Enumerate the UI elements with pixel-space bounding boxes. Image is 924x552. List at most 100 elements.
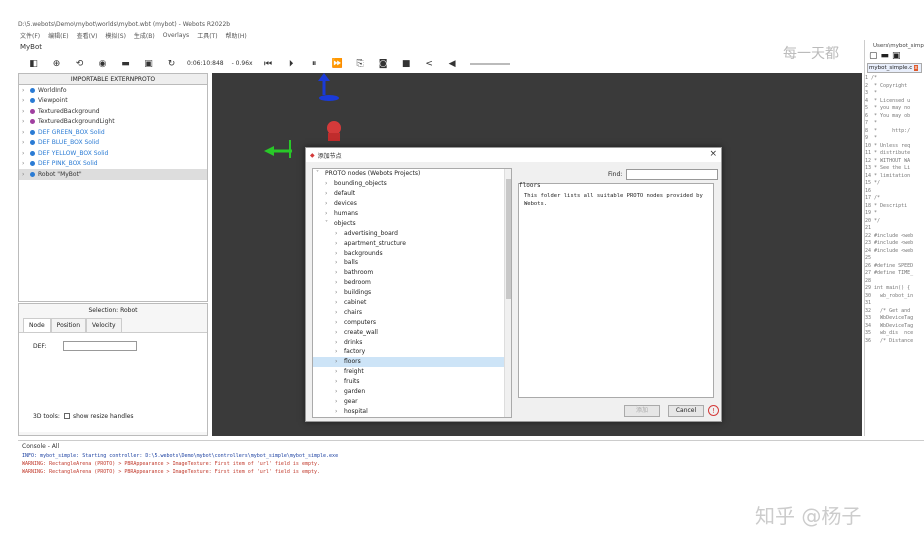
proto-tree-item[interactable]: › balls xyxy=(313,258,511,268)
expand-arrow-icon[interactable]: › xyxy=(335,279,344,286)
tab-velocity[interactable]: Velocity xyxy=(86,318,122,332)
tab-node[interactable]: Node xyxy=(23,318,51,332)
scene-tree-item[interactable]: › WorldInfo xyxy=(19,85,207,96)
expand-arrow-icon[interactable]: › xyxy=(22,160,30,167)
expand-arrow-icon[interactable]: › xyxy=(22,129,30,136)
proto-tree-item[interactable]: ˅ objects xyxy=(313,218,511,228)
expand-arrow-icon[interactable]: › xyxy=(335,299,344,306)
open-world-icon[interactable]: ▬ xyxy=(114,57,137,70)
proto-tree-item[interactable]: › default xyxy=(313,189,511,199)
step-icon[interactable]: ⏵ xyxy=(280,57,303,70)
scene-tree-item[interactable]: › Viewpoint xyxy=(19,96,207,107)
resize-handles-checkbox[interactable] xyxy=(64,413,70,419)
help-icon[interactable]: ! xyxy=(708,405,719,416)
scene-tree-item[interactable]: › TexturedBackgroundLight xyxy=(19,117,207,128)
reload-world-icon[interactable]: ↻ xyxy=(160,57,183,70)
expand-arrow-icon[interactable]: › xyxy=(335,309,344,316)
screenshot-icon[interactable]: ◙ xyxy=(372,57,395,70)
expand-arrow-icon[interactable]: › xyxy=(22,139,30,146)
proto-tree-item[interactable]: › buildings xyxy=(313,288,511,298)
expand-arrow-icon[interactable]: › xyxy=(335,388,344,395)
proto-tree-item[interactable]: › bounding_objects xyxy=(313,179,511,189)
expand-arrow-icon[interactable]: › xyxy=(22,150,30,157)
expand-arrow-icon[interactable]: › xyxy=(335,289,344,296)
editor-toolbar-icons[interactable]: ▢▬▣ xyxy=(865,51,924,61)
editor-file-tab[interactable]: mybot_simple.c x xyxy=(867,63,922,73)
scene-tree-item[interactable]: › TexturedBackground xyxy=(19,106,207,117)
record-movie-icon[interactable]: ⎘ xyxy=(349,57,372,70)
pause-icon[interactable]: ⏸ xyxy=(303,57,326,70)
proto-tree-item[interactable]: › factory xyxy=(313,347,511,357)
expand-arrow-icon[interactable]: › xyxy=(335,368,344,375)
volume-icon[interactable]: ◀ xyxy=(441,57,464,70)
expand-arrow-icon[interactable]: › xyxy=(325,190,334,197)
expand-arrow-icon[interactable]: › xyxy=(325,210,334,217)
expand-arrow-icon[interactable]: › xyxy=(335,348,344,355)
importable-externproto-header[interactable]: IMPORTABLE EXTERNPROTO xyxy=(19,74,207,85)
fast-forward-icon[interactable]: ⏩ xyxy=(326,57,349,70)
expand-arrow-icon[interactable]: › xyxy=(335,259,344,266)
volume-slider[interactable] xyxy=(469,62,510,65)
proto-tree-scrollbar[interactable] xyxy=(504,169,511,417)
expand-arrow-icon[interactable]: › xyxy=(335,398,344,405)
robot-model[interactable] xyxy=(327,121,341,141)
expand-arrow-icon[interactable]: › xyxy=(335,358,344,365)
menu-item[interactable]: 帮助(H) xyxy=(226,31,247,40)
stop-icon[interactable]: ■ xyxy=(395,57,418,70)
expand-arrow-icon[interactable]: › xyxy=(325,200,334,207)
proto-tree-item[interactable]: › fruits xyxy=(313,377,511,387)
proto-tree-item[interactable]: › chairs xyxy=(313,307,511,317)
proto-tree-item[interactable]: › garden xyxy=(313,387,511,397)
add-button[interactable]: 添加 xyxy=(624,405,660,417)
proto-tree-item[interactable]: › computers xyxy=(313,317,511,327)
scene-tree-item[interactable]: › Robot "MyBot" xyxy=(19,169,207,180)
reset-viewpoint-icon[interactable]: ⟲ xyxy=(68,57,91,70)
menu-item[interactable]: 模拟(S) xyxy=(105,31,126,40)
menu-item[interactable]: 工具(T) xyxy=(197,31,217,40)
expand-arrow-icon[interactable]: › xyxy=(22,108,30,115)
def-input[interactable] xyxy=(63,341,137,351)
menu-item[interactable]: 编辑(E) xyxy=(48,31,68,40)
expand-arrow-icon[interactable]: ˅ xyxy=(325,220,334,227)
tab-position[interactable]: Position xyxy=(50,318,87,332)
expand-arrow-icon[interactable]: › xyxy=(335,378,344,385)
cancel-button[interactable]: Cancel xyxy=(668,405,704,417)
expand-arrow-icon[interactable]: › xyxy=(335,408,344,415)
code-area[interactable]: 1 /* 2 * Copyright 3 * 4 * Licensed u5 * yo… xyxy=(865,75,924,345)
proto-tree-item[interactable]: ˅ PROTO nodes (Webots Projects) xyxy=(313,169,511,179)
scene-tree-item[interactable]: › DEF PINK_BOX Solid xyxy=(19,159,207,170)
reset-simulation-icon[interactable]: ⏮ xyxy=(257,57,280,70)
expand-arrow-icon[interactable]: › xyxy=(22,118,30,125)
proto-tree-item[interactable]: › devices xyxy=(313,199,511,209)
share-icon[interactable]: < xyxy=(418,57,441,70)
menu-item[interactable]: Overlays xyxy=(163,32,189,39)
expand-arrow-icon[interactable]: ˅ xyxy=(316,170,325,177)
expand-arrow-icon[interactable]: › xyxy=(22,171,30,178)
proto-tree-item[interactable]: › hospital xyxy=(313,406,511,416)
expand-arrow-icon[interactable]: › xyxy=(335,240,344,247)
proto-tree-list[interactable]: ˅ PROTO nodes (Webots Projects) › bounding_… xyxy=(312,168,512,418)
scene-tree-item[interactable]: › DEF YELLOW_BOX Solid xyxy=(19,148,207,159)
expand-arrow-icon[interactable]: › xyxy=(335,339,344,346)
proto-tree-item[interactable]: › create_wall xyxy=(313,327,511,337)
proto-tree-item[interactable]: › cabinet xyxy=(313,298,511,308)
expand-arrow-icon[interactable]: › xyxy=(325,180,334,187)
proto-tree-item[interactable]: › backgrounds xyxy=(313,248,511,258)
menu-item[interactable]: 生成(B) xyxy=(134,31,155,40)
expand-arrow-icon[interactable]: › xyxy=(335,269,344,276)
scene-tree-item[interactable]: › DEF BLUE_BOX Solid xyxy=(19,138,207,149)
find-input[interactable] xyxy=(626,169,718,180)
menu-item[interactable]: 文件(F) xyxy=(20,31,40,40)
proto-tree-item[interactable]: › advertising_board xyxy=(313,228,511,238)
menu-item[interactable]: 查看(V) xyxy=(77,31,98,40)
save-world-icon[interactable]: ▣ xyxy=(137,57,160,70)
expand-arrow-icon[interactable]: › xyxy=(335,250,344,257)
expand-arrow-icon[interactable]: › xyxy=(335,329,344,336)
scene-tree-toggle-icon[interactable]: ◧ xyxy=(22,57,45,70)
proto-tree-item[interactable]: › floors xyxy=(313,356,511,367)
close-icon[interactable]: × xyxy=(709,149,717,159)
proto-tree-item[interactable]: › humans xyxy=(313,209,511,219)
expand-arrow-icon[interactable]: › xyxy=(335,230,344,237)
proto-tree-item[interactable]: › freight xyxy=(313,367,511,377)
proto-tree-item[interactable]: › gear xyxy=(313,396,511,406)
